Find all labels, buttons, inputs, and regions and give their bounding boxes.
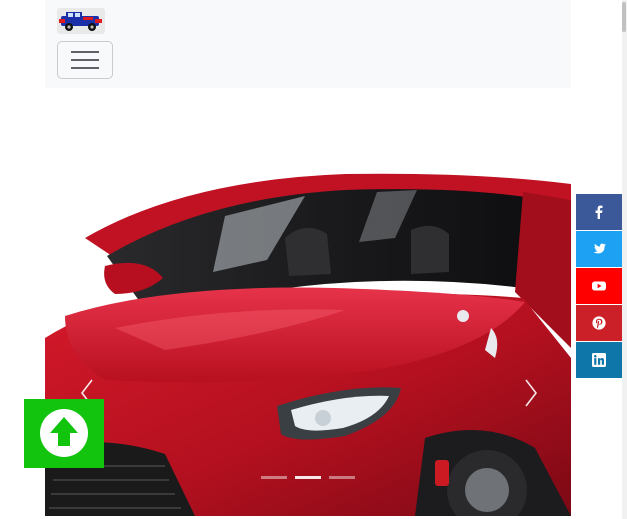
social-share-bar	[576, 194, 623, 379]
chevron-right-icon	[525, 379, 538, 407]
hamburger-menu-icon	[71, 51, 99, 69]
carousel-indicator-1[interactable]	[261, 476, 287, 479]
facebook-button[interactable]	[576, 194, 623, 230]
pinterest-button[interactable]	[576, 305, 623, 341]
twitter-icon	[593, 243, 606, 254]
carousel-indicator-2[interactable]	[295, 476, 321, 479]
youtube-button[interactable]	[576, 268, 623, 304]
carousel-next[interactable]	[511, 368, 551, 418]
carousel-indicators	[45, 476, 571, 482]
pinterest-icon	[592, 316, 606, 330]
navbar	[45, 0, 571, 88]
page-scrollbar[interactable]	[622, 0, 627, 519]
twitter-button[interactable]	[576, 231, 623, 267]
linkedin-icon	[592, 353, 606, 367]
scroll-to-top-button[interactable]	[24, 399, 104, 468]
car-image	[45, 173, 571, 516]
scrollbar-thumb[interactable]	[622, 2, 626, 32]
carousel-indicator-3[interactable]	[329, 476, 355, 479]
facebook-icon	[595, 205, 603, 219]
youtube-icon	[592, 281, 606, 291]
arrow-up-circle-icon	[40, 409, 88, 457]
jeep-logo[interactable]	[57, 8, 105, 34]
navbar-toggler[interactable]	[57, 41, 113, 79]
linkedin-button[interactable]	[576, 342, 623, 378]
hero-carousel	[45, 88, 571, 516]
